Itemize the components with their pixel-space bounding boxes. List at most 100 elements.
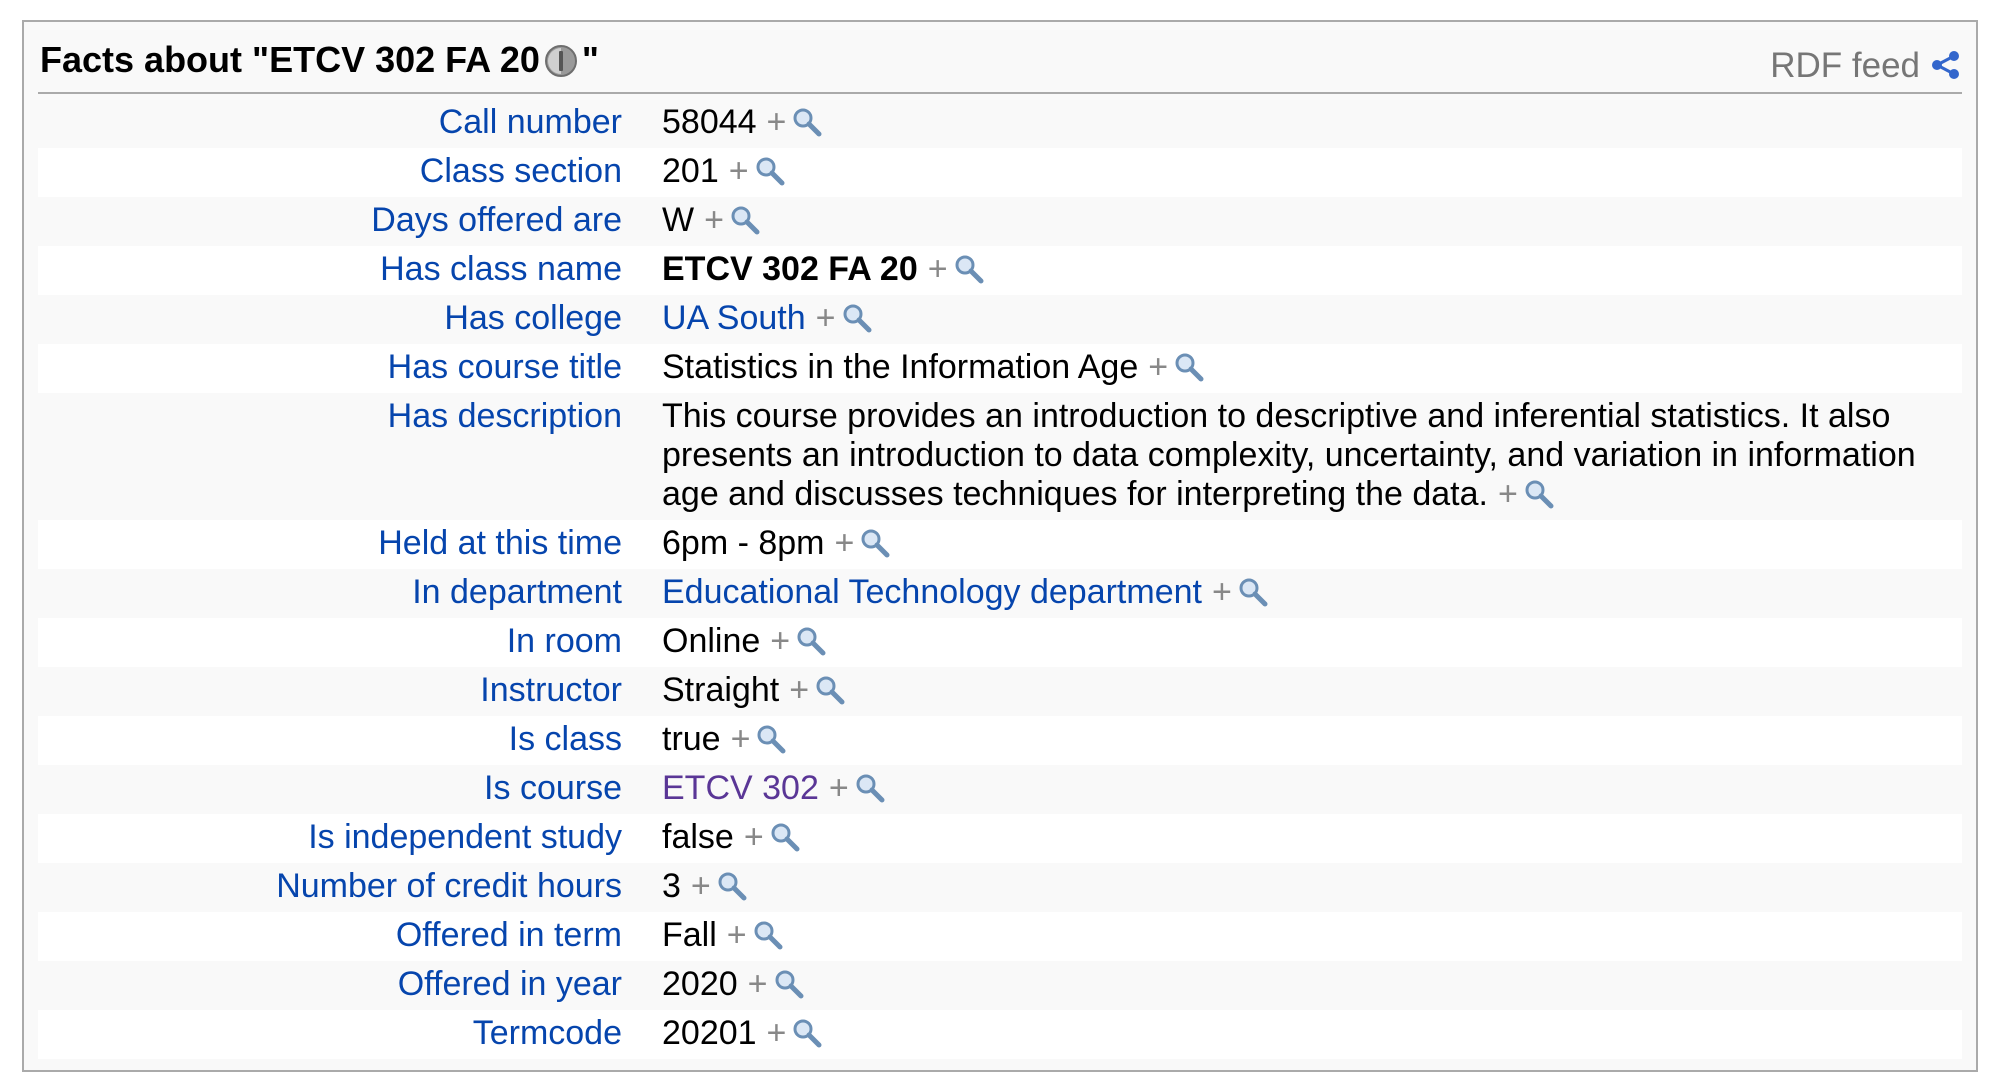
fact-value: 58044	[662, 103, 757, 141]
fact-value-cell: Statistics in the Information Age +	[642, 344, 1962, 393]
search-icon[interactable]	[753, 920, 783, 950]
fact-value: 201	[662, 152, 719, 190]
fact-row: Has course title Statistics in the Inform…	[38, 344, 1962, 393]
search-icon[interactable]	[730, 205, 760, 235]
fact-property-link[interactable]: Is course	[38, 765, 642, 808]
fact-value-cell: UA South +	[642, 295, 1962, 344]
add-value-button[interactable]: +	[829, 769, 849, 807]
fact-value: 3	[662, 867, 681, 905]
search-icon[interactable]	[954, 254, 984, 284]
fact-value: Statistics in the Information Age	[662, 348, 1139, 386]
add-value-button[interactable]: +	[1148, 348, 1168, 386]
add-value-button[interactable]: +	[767, 1014, 787, 1052]
search-icon[interactable]	[1238, 577, 1268, 607]
search-icon[interactable]	[815, 675, 845, 705]
fact-property-link[interactable]: Has course title	[38, 344, 642, 387]
fact-row: Has class name ETCV 302 FA 20 +	[38, 246, 1962, 295]
search-icon[interactable]	[842, 303, 872, 333]
facts-title: Facts about "ETCV 302 FA 20 "	[40, 40, 599, 80]
fact-row: Is independent study false +	[38, 814, 1962, 863]
add-value-button[interactable]: +	[1498, 475, 1518, 513]
search-icon[interactable]	[860, 528, 890, 558]
add-value-button[interactable]: +	[1212, 573, 1232, 611]
fact-property-link[interactable]: Has college	[38, 295, 642, 338]
search-icon[interactable]	[756, 724, 786, 754]
add-value-button[interactable]: +	[744, 818, 764, 856]
fact-property-link[interactable]: Termcode	[38, 1010, 642, 1053]
fact-row: Call number 58044 +	[38, 99, 1962, 148]
fact-property-link[interactable]: Has description	[38, 393, 642, 436]
fact-row: Days offered are W +	[38, 197, 1962, 246]
fact-value-cell: W +	[642, 197, 1962, 246]
fact-value: 20201	[662, 1014, 757, 1052]
search-icon[interactable]	[1174, 352, 1204, 382]
info-icon[interactable]	[544, 44, 578, 78]
facts-box-header: Facts about "ETCV 302 FA 20 " RDF feed	[38, 22, 1962, 94]
search-icon[interactable]	[792, 107, 822, 137]
fact-property-link[interactable]: Is class	[38, 716, 642, 759]
fact-property-link[interactable]: Class section	[38, 148, 642, 191]
fact-property-link[interactable]: In room	[38, 618, 642, 661]
fact-property-link[interactable]: Is independent study	[38, 814, 642, 857]
fact-value-link[interactable]: UA South	[662, 299, 806, 337]
fact-value-link[interactable]: ETCV 302	[662, 769, 819, 807]
search-icon[interactable]	[792, 1018, 822, 1048]
fact-property-link[interactable]: In department	[38, 569, 642, 612]
fact-value-link[interactable]: Educational Technology department	[662, 573, 1202, 611]
fact-value-cell: 20201 +	[642, 1010, 1962, 1059]
facts-title-text: Facts about "ETCV 302 FA 20	[40, 39, 540, 80]
fact-row: In room Online +	[38, 618, 1962, 667]
add-value-button[interactable]: +	[770, 622, 790, 660]
rdf-feed-link[interactable]: RDF feed	[1770, 46, 1962, 86]
fact-property-link[interactable]: Number of credit hours	[38, 863, 642, 906]
fact-row: Termcode 20201 +	[38, 1010, 1962, 1059]
add-value-button[interactable]: +	[748, 965, 768, 1003]
fact-row: Offered in term Fall +	[38, 912, 1962, 961]
search-icon[interactable]	[717, 871, 747, 901]
search-icon[interactable]	[755, 156, 785, 186]
fact-value: true	[662, 720, 721, 758]
search-icon[interactable]	[774, 969, 804, 999]
fact-value-cell: 3 +	[642, 863, 1962, 912]
fact-value-cell: false +	[642, 814, 1962, 863]
facts-box: Facts about "ETCV 302 FA 20 " RDF feed Ca…	[22, 20, 1978, 1072]
fact-property-link[interactable]: Call number	[38, 99, 642, 142]
search-icon[interactable]	[855, 773, 885, 803]
facts-title-quote: "	[581, 39, 599, 80]
fact-value: Fall	[662, 916, 717, 954]
fact-value: false	[662, 818, 734, 856]
add-value-button[interactable]: +	[729, 152, 749, 190]
fact-value-cell: 58044 +	[642, 99, 1962, 148]
fact-row: Has college UA South +	[38, 295, 1962, 344]
fact-value-cell: ETCV 302 FA 20 +	[642, 246, 1962, 295]
add-value-button[interactable]: +	[928, 250, 948, 288]
add-value-button[interactable]: +	[727, 916, 747, 954]
search-icon[interactable]	[770, 822, 800, 852]
fact-property-link[interactable]: Offered in term	[38, 912, 642, 955]
fact-row: Class section 201 +	[38, 148, 1962, 197]
fact-value-cell: Straight +	[642, 667, 1962, 716]
fact-value-cell: This course provides an introduction to …	[642, 393, 1962, 520]
fact-property-link[interactable]: Has class name	[38, 246, 642, 289]
add-value-button[interactable]: +	[704, 201, 724, 239]
add-value-button[interactable]: +	[835, 524, 855, 562]
fact-value: 2020	[662, 965, 738, 1003]
fact-row: Number of credit hours 3 +	[38, 863, 1962, 912]
search-icon[interactable]	[1524, 479, 1554, 509]
search-icon[interactable]	[796, 626, 826, 656]
fact-value: W	[662, 201, 695, 239]
fact-property-link[interactable]: Instructor	[38, 667, 642, 710]
fact-value-cell: 201 +	[642, 148, 1962, 197]
add-value-button[interactable]: +	[789, 671, 809, 709]
fact-property-link[interactable]: Days offered are	[38, 197, 642, 240]
fact-row: In department Educational Technology depa…	[38, 569, 1962, 618]
add-value-button[interactable]: +	[767, 103, 787, 141]
fact-property-link[interactable]: Offered in year	[38, 961, 642, 1004]
add-value-button[interactable]: +	[691, 867, 711, 905]
fact-row: Offered in year 2020 +	[38, 961, 1962, 1010]
fact-property-link[interactable]: Held at this time	[38, 520, 642, 563]
add-value-button[interactable]: +	[731, 720, 751, 758]
fact-value: Straight	[662, 671, 780, 709]
add-value-button[interactable]: +	[816, 299, 836, 337]
fact-row: Has description This course provides an i…	[38, 393, 1962, 520]
